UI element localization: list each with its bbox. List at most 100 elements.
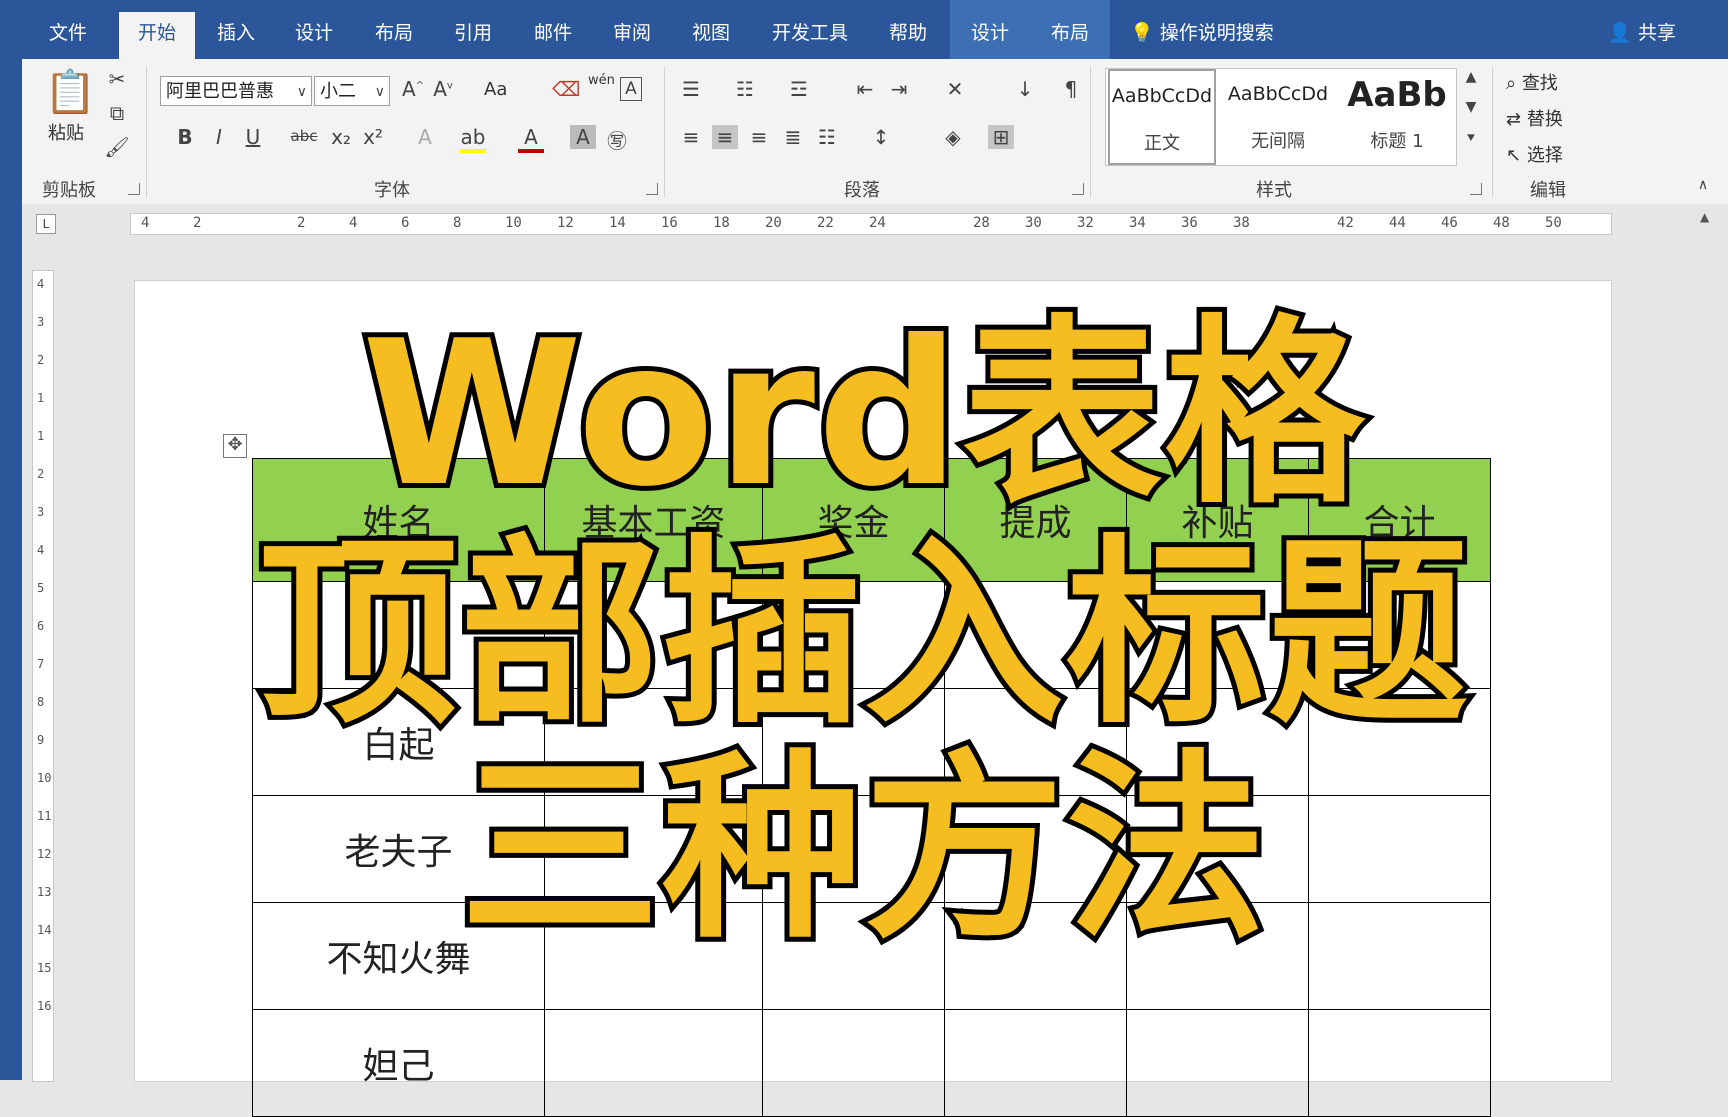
font-color-icon[interactable]: A <box>518 125 544 153</box>
style-no-spacing[interactable]: AaBbCcDd 无间隔 <box>1218 69 1338 165</box>
paste-icon[interactable]: 📋 <box>44 67 96 117</box>
group-separator <box>664 67 665 197</box>
tell-me-label: 操作说明搜索 <box>1159 22 1274 44</box>
tab-selector-icon[interactable]: L <box>36 214 56 234</box>
subscript-icon[interactable]: x₂ <box>328 125 354 149</box>
distributed-icon[interactable]: ☷ <box>814 125 840 149</box>
ruler-tick: 36 <box>1181 215 1198 231</box>
style-sample: AaBbCcDd <box>1227 83 1329 105</box>
tab-table-layout[interactable]: 布局 <box>1030 0 1110 59</box>
char-shading-icon[interactable]: A <box>570 125 596 149</box>
ruler-tick: 18 <box>713 215 730 231</box>
tab-view[interactable]: 视图 <box>683 0 739 59</box>
tab-references[interactable]: 引用 <box>445 0 501 59</box>
gallery-down-icon[interactable]: ▼ <box>1458 99 1484 115</box>
change-case-button[interactable]: Aa <box>484 79 507 100</box>
font-size-value: 小二 <box>320 81 356 102</box>
ruler-tick: 8 <box>453 215 462 231</box>
tell-me-search[interactable]: 💡 操作说明搜索 <box>1130 0 1274 59</box>
tab-developer[interactable]: 开发工具 <box>762 0 858 59</box>
table-cell[interactable]: 妲己 <box>252 1009 545 1117</box>
tab-design[interactable]: 设计 <box>286 0 342 59</box>
share-button[interactable]: 👤 共享 <box>1608 0 1676 59</box>
gallery-up-icon[interactable]: ▲ <box>1458 69 1484 85</box>
font-launcher-icon[interactable] <box>646 183 658 195</box>
find-button[interactable]: ⌕ 查找 <box>1506 69 1558 95</box>
justify-icon[interactable]: ≣ <box>780 125 806 149</box>
sort-icon[interactable]: ↓ <box>1012 77 1038 101</box>
phonetic-guide-button[interactable]: wén <box>588 73 615 88</box>
shrink-font-icon[interactable]: Av <box>430 77 456 101</box>
ruler-tick: 12 <box>557 215 574 231</box>
bullets-icon[interactable]: ☰ <box>678 77 704 101</box>
tab-layout[interactable]: 布局 <box>366 0 422 59</box>
align-left-icon[interactable]: ≡ <box>678 125 704 149</box>
ruler-tick: 4 <box>37 277 45 291</box>
tab-home[interactable]: 开始 <box>119 12 195 59</box>
superscript-icon[interactable]: x² <box>360 125 386 149</box>
collapse-ribbon-icon[interactable]: ∧ <box>1690 177 1716 193</box>
char-border-icon[interactable]: A <box>620 77 642 101</box>
ruler-tick: 10 <box>505 215 522 231</box>
table-cell[interactable] <box>944 1009 1127 1117</box>
tab-review[interactable]: 审阅 <box>604 0 660 59</box>
scroll-up-icon[interactable]: ▲ <box>1700 210 1709 224</box>
highlight-icon[interactable]: ab <box>460 125 486 153</box>
horizontal-ruler[interactable]: 4 2 2 4 6 8 10 12 14 16 18 20 22 24 28 30 32 34 36 38 42 44 46… <box>130 213 1612 235</box>
style-heading-1[interactable]: AaBb 标题 1 <box>1340 69 1454 165</box>
strikethrough-icon[interactable]: abc <box>284 127 324 145</box>
multilevel-list-icon[interactable]: ☲ <box>786 77 812 101</box>
table-cell[interactable] <box>1126 1009 1309 1117</box>
group-font-label: 字体 <box>374 180 410 201</box>
format-painter-icon[interactable]: 🖌 <box>104 135 130 159</box>
select-button[interactable]: ↖ 选择 <box>1506 141 1563 167</box>
tab-insert[interactable]: 插入 <box>208 0 264 59</box>
paragraph-launcher-icon[interactable] <box>1072 183 1084 195</box>
italic-icon[interactable]: I <box>206 125 232 149</box>
table-cell[interactable] <box>1308 1009 1491 1117</box>
align-right-icon[interactable]: ≡ <box>746 125 772 149</box>
cut-icon[interactable]: ✂ <box>104 67 130 91</box>
style-normal[interactable]: AaBbCcDd 正文 <box>1108 69 1216 165</box>
group-clipboard-label: 剪贴板 <box>42 180 96 201</box>
table-cell[interactable] <box>544 1009 763 1117</box>
tab-mailings[interactable]: 邮件 <box>525 0 581 59</box>
line-spacing-icon[interactable]: ↕ <box>868 125 894 149</box>
tab-file[interactable]: 文件 <box>40 0 96 59</box>
grow-font-icon[interactable]: A^ <box>400 77 426 101</box>
clipboard-launcher-icon[interactable] <box>128 183 140 195</box>
gallery-more-icon[interactable]: ⯆ <box>1458 131 1484 147</box>
table-cell[interactable] <box>762 1009 945 1117</box>
replace-button[interactable]: ⇄ 替换 <box>1506 105 1563 131</box>
lightbulb-icon: 💡 <box>1130 22 1154 44</box>
ruler-tick: 28 <box>973 215 990 231</box>
group-styles-label: 样式 <box>1256 180 1292 201</box>
borders-icon[interactable]: ⊞ <box>988 125 1014 149</box>
font-name-value: 阿里巴巴普惠 <box>166 81 274 102</box>
tab-help[interactable]: 帮助 <box>880 0 936 59</box>
copy-icon[interactable]: ⧉ <box>104 101 130 125</box>
font-name-combo[interactable]: 阿里巴巴普惠 ∨ <box>160 76 312 106</box>
show-marks-icon[interactable]: ¶ <box>1058 77 1084 101</box>
underline-icon[interactable]: U <box>240 125 266 149</box>
ruler-tick: 44 <box>1389 215 1406 231</box>
decrease-indent-icon[interactable]: ⇤ <box>852 77 878 101</box>
align-center-icon[interactable]: ≡ <box>712 125 738 149</box>
font-size-combo[interactable]: 小二 ∨ <box>314 76 390 106</box>
increase-indent-icon[interactable]: ⇥ <box>886 77 912 101</box>
shading-icon[interactable]: ◈ <box>940 125 966 149</box>
tab-table-design[interactable]: 设计 <box>950 0 1030 59</box>
text-effects-icon[interactable]: A <box>412 125 438 149</box>
select-label: 选择 <box>1526 145 1563 166</box>
enclose-char-icon[interactable]: ㊢ <box>604 125 630 154</box>
paste-button[interactable]: 粘贴 <box>48 119 84 145</box>
styles-gallery: AaBbCcDd 正文 AaBbCcDd 无间隔 AaBb 标题 1 <box>1105 68 1457 166</box>
table-row: 妲己 <box>252 1009 1491 1117</box>
overlay-title-line2: 顶部插入标题 <box>253 515 1473 755</box>
cursor-icon: ↖ <box>1506 145 1522 166</box>
styles-launcher-icon[interactable] <box>1470 183 1482 195</box>
asian-layout-icon[interactable]: ✕ <box>942 77 968 101</box>
numbering-icon[interactable]: ☷ <box>732 77 758 101</box>
bold-icon[interactable]: B <box>172 125 198 149</box>
clear-format-icon[interactable]: ⌫ <box>552 77 580 101</box>
